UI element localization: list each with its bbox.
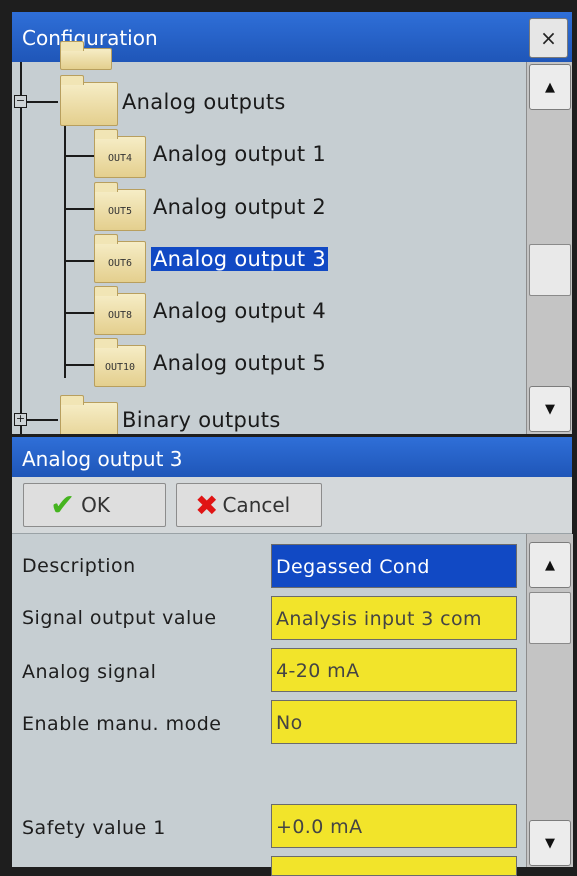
- tree-branch-line: [64, 208, 94, 210]
- tree-branch-line: [64, 364, 94, 366]
- tree-node-label: Analog output 5: [153, 351, 327, 375]
- description-label: Description: [22, 555, 136, 577]
- detail-title-bar: Analog output 3: [12, 437, 572, 477]
- analog-signal-field[interactable]: 4-20 mA: [271, 648, 517, 692]
- folder-icon: OUT6: [94, 234, 146, 283]
- tree-branch-line: [26, 101, 58, 103]
- folder-icon: [60, 75, 118, 126]
- arrow-down-icon: ▼: [545, 401, 555, 417]
- tree-branch-line: [64, 260, 94, 262]
- tree-branch-line: [64, 312, 94, 314]
- scroll-down-button[interactable]: ▼: [529, 386, 571, 432]
- tree-branch-line: [64, 155, 94, 157]
- tree-node-label: Analog output 4: [153, 299, 327, 323]
- folder-icon: OUT8: [94, 286, 146, 335]
- tree-child-line: [64, 122, 66, 378]
- folder-icon: [60, 395, 118, 434]
- scroll-up-button[interactable]: ▲: [529, 542, 571, 588]
- folder-icon: [60, 41, 112, 70]
- detail-title: Analog output 3: [22, 447, 183, 471]
- configuration-window: Configuration × − Analog outputs OUT4 An…: [12, 12, 572, 434]
- ok-label: OK: [81, 493, 110, 517]
- folder-tag: OUT6: [107, 258, 133, 269]
- scroll-thumb[interactable]: [529, 592, 571, 644]
- safety-value-1-label: Safety value 1: [22, 817, 166, 839]
- signal-output-value-label: Signal output value: [22, 607, 217, 629]
- enable-manu-mode-field[interactable]: No: [271, 700, 517, 744]
- scroll-up-button[interactable]: ▲: [529, 64, 571, 110]
- ok-button[interactable]: ✔ OK: [23, 483, 166, 527]
- expand-toggle[interactable]: +: [14, 413, 27, 426]
- description-field[interactable]: Degassed Cond: [271, 544, 517, 588]
- x-icon: ✖: [195, 488, 219, 522]
- arrow-up-icon: ▲: [545, 79, 555, 95]
- collapse-toggle[interactable]: −: [14, 95, 27, 108]
- enable-manu-mode-label: Enable manu. mode: [22, 713, 222, 735]
- scroll-thumb[interactable]: [529, 244, 571, 296]
- signal-output-value-field[interactable]: Analysis input 3 com: [271, 596, 517, 640]
- close-button[interactable]: ×: [529, 18, 568, 58]
- analog-signal-label: Analog signal: [22, 661, 157, 683]
- folder-icon: OUT5: [94, 182, 146, 231]
- folder-icon: OUT4: [94, 129, 146, 178]
- configuration-title: Configuration: [22, 26, 158, 50]
- arrow-down-icon: ▼: [545, 835, 555, 851]
- folder-tag: OUT8: [107, 310, 133, 321]
- properties-scrollbar[interactable]: ▲ ▼: [526, 534, 573, 867]
- cancel-label: Cancel: [222, 493, 291, 517]
- cancel-button[interactable]: ✖ Cancel: [176, 483, 322, 527]
- check-icon: ✔: [50, 487, 76, 523]
- folder-tag: OUT4: [107, 153, 133, 164]
- tree-root-line: [20, 62, 22, 434]
- tree-node-label: Binary outputs: [122, 408, 281, 432]
- folder-icon: OUT10: [94, 338, 146, 387]
- tree-scrollbar[interactable]: ▲ ▼: [526, 62, 572, 434]
- tree-branch-line: [26, 419, 58, 421]
- tree-node-label: Analog outputs: [122, 90, 286, 114]
- folder-tag: OUT10: [104, 362, 136, 373]
- arrow-up-icon: ▲: [545, 557, 555, 573]
- tree-node-label: Analog output 2: [153, 195, 327, 219]
- next-property-field[interactable]: [271, 856, 517, 876]
- scroll-down-button[interactable]: ▼: [529, 820, 571, 866]
- safety-value-1-field[interactable]: +0.0 mA: [271, 804, 517, 848]
- folder-tag: OUT5: [107, 206, 133, 217]
- tree-node-label: Analog output 1: [153, 142, 327, 166]
- tree-node-label-selected: Analog output 3: [151, 247, 329, 271]
- close-icon: ×: [540, 26, 557, 50]
